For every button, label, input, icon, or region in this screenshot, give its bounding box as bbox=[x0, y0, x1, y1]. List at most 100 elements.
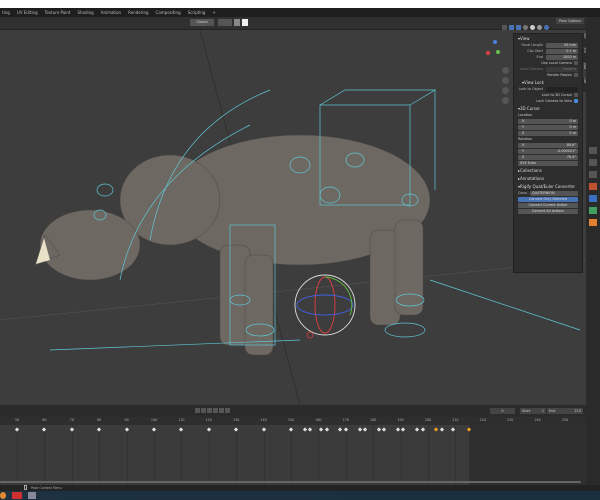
keyframe[interactable] bbox=[395, 427, 400, 432]
prev-keyframe-icon[interactable] bbox=[201, 408, 206, 413]
view-section-header[interactable]: ▾ View bbox=[514, 34, 582, 42]
keyframe[interactable] bbox=[343, 427, 348, 432]
clip-end-field[interactable]: 1000 m bbox=[546, 54, 578, 60]
loc-x-field[interactable]: X 0 m bbox=[518, 118, 578, 124]
workspace-tab[interactable]: Compositing bbox=[156, 10, 181, 15]
constraint-tool-icon[interactable] bbox=[589, 207, 597, 214]
keyframe[interactable] bbox=[42, 427, 47, 432]
play-icon[interactable] bbox=[213, 408, 218, 413]
workspace-tab[interactable]: Rendering bbox=[128, 10, 148, 15]
keyframe[interactable] bbox=[14, 427, 20, 432]
keyframe[interactable] bbox=[206, 427, 211, 432]
rot-z-field[interactable]: Z 78.4° bbox=[518, 154, 578, 160]
keyframe[interactable] bbox=[234, 427, 239, 432]
data-tool-icon[interactable] bbox=[589, 219, 597, 226]
keyframe[interactable] bbox=[338, 427, 343, 432]
zoom-icon[interactable] bbox=[502, 67, 509, 74]
workspace-tab[interactable]: Texture Paint bbox=[45, 10, 71, 15]
workspace-tab[interactable]: Animation bbox=[101, 10, 121, 15]
navigation-gizmo[interactable] bbox=[486, 40, 500, 55]
workspace-tab[interactable]: Scripting bbox=[188, 10, 206, 15]
jump-start-icon[interactable] bbox=[195, 408, 200, 413]
keyframe[interactable] bbox=[302, 427, 307, 432]
proportional-toggle[interactable] bbox=[242, 19, 248, 26]
render-region-checkbox[interactable] bbox=[574, 73, 578, 77]
blender-app-icon[interactable] bbox=[0, 492, 6, 499]
play-reverse-icon[interactable] bbox=[207, 408, 212, 413]
rotation-gizmo[interactable] bbox=[294, 274, 356, 336]
current-frame-field[interactable]: 0 bbox=[490, 408, 515, 414]
keyframe[interactable] bbox=[124, 427, 129, 432]
rhino-model[interactable] bbox=[34, 134, 431, 356]
pan-icon[interactable] bbox=[502, 77, 509, 84]
rigify-converter-header[interactable]: ▾ Rigify Quat/Euler Converter bbox=[514, 182, 582, 190]
loc-y-field[interactable]: Y 0 m bbox=[518, 124, 578, 130]
lock-to-3d-cursor-checkbox[interactable] bbox=[574, 93, 578, 97]
convert-current-action-button[interactable]: Convert Current Action bbox=[518, 203, 578, 208]
conv-dropdown[interactable]: QUATERNION bbox=[530, 190, 578, 196]
lock-to-object-field[interactable] bbox=[546, 86, 578, 92]
keyframe[interactable] bbox=[401, 427, 406, 432]
camera-view-icon[interactable] bbox=[502, 87, 509, 94]
app-icon[interactable] bbox=[28, 492, 36, 499]
rot-y-field[interactable]: Y -0.000021° bbox=[518, 148, 578, 154]
render-tool-icon[interactable] bbox=[589, 159, 597, 166]
convert-only-selected-toggle[interactable]: Convert Only Selected bbox=[518, 197, 578, 202]
keyframe[interactable] bbox=[450, 427, 455, 432]
transform-orientation-dropdown[interactable]: Global bbox=[190, 19, 214, 26]
pivot-dropdown[interactable] bbox=[218, 19, 232, 26]
workspace-tab[interactable]: + bbox=[212, 10, 215, 15]
keyframe[interactable] bbox=[288, 427, 294, 432]
collections-header[interactable]: ▸ Collections bbox=[514, 166, 582, 174]
use-local-camera-checkbox[interactable] bbox=[574, 61, 578, 65]
focal-length-field[interactable]: 50 mm bbox=[546, 42, 578, 48]
keyframe[interactable] bbox=[97, 427, 102, 432]
start-frame-field[interactable]: Start 1 bbox=[520, 408, 546, 414]
properties-tool-icon[interactable] bbox=[589, 147, 597, 154]
keyframe[interactable] bbox=[414, 427, 420, 432]
3d-cursor-header[interactable]: ▾ 3D Cursor bbox=[514, 104, 582, 112]
timeline-ruler[interactable]: 50 60 70 80 90 100 110 120 130 140 150 160 170 180 190… bbox=[0, 417, 586, 425]
keyframe[interactable] bbox=[319, 427, 324, 432]
recorder-app-icon[interactable] bbox=[12, 492, 22, 499]
rot-x-field[interactable]: X 89.6° bbox=[518, 142, 578, 148]
next-keyframe-icon[interactable] bbox=[219, 408, 224, 413]
output-tool-icon[interactable] bbox=[589, 171, 597, 178]
view-lock-header[interactable]: ▾ View Lock bbox=[514, 78, 582, 86]
workspace-tab[interactable]: UV Editing bbox=[17, 10, 38, 15]
keyframe[interactable] bbox=[420, 427, 425, 432]
keyframe[interactable] bbox=[362, 427, 368, 432]
keyframe[interactable] bbox=[151, 427, 157, 432]
snap-toggle[interactable] bbox=[234, 19, 240, 26]
convert-all-actions-button[interactable]: Convert All Actions bbox=[518, 209, 578, 214]
section-title: 3D Cursor bbox=[520, 105, 541, 111]
modifier-tool-icon[interactable] bbox=[589, 195, 597, 202]
frame-tick-label: 210 bbox=[452, 418, 459, 422]
workspace-tab[interactable]: Shading bbox=[77, 10, 93, 15]
loc-z-field[interactable]: Z 0 m bbox=[518, 130, 578, 136]
keyframe[interactable] bbox=[308, 427, 313, 432]
keyframe[interactable] bbox=[357, 427, 362, 432]
keyframe[interactable] bbox=[382, 427, 387, 432]
jump-end-icon[interactable] bbox=[225, 408, 230, 413]
clip-start-field[interactable]: 0.1 m bbox=[546, 48, 578, 54]
keyframe[interactable] bbox=[439, 427, 444, 432]
keyframe[interactable] bbox=[376, 427, 381, 432]
keyframe[interactable] bbox=[434, 427, 439, 432]
timeline-keyframes-area[interactable] bbox=[0, 425, 586, 485]
local-camera-field[interactable]: Camera bbox=[546, 66, 578, 72]
object-tool-icon[interactable] bbox=[589, 183, 597, 190]
annotations-header[interactable]: ▸ Annotations bbox=[514, 174, 582, 182]
3d-viewport[interactable] bbox=[0, 30, 586, 405]
pose-options-dropdown[interactable]: Pose Options bbox=[556, 18, 584, 24]
keyframe[interactable] bbox=[261, 427, 266, 432]
timeline-scrollbar[interactable] bbox=[0, 481, 581, 483]
keyframe[interactable] bbox=[179, 427, 184, 432]
perspective-toggle-icon[interactable] bbox=[502, 97, 509, 104]
end-frame-field[interactable]: End 215 bbox=[547, 408, 583, 414]
lock-camera-to-view-checkbox[interactable] bbox=[574, 99, 578, 103]
workspace-tab[interactable]: ting bbox=[2, 10, 10, 15]
rotation-mode-dropdown[interactable]: XYZ Euler bbox=[518, 160, 578, 166]
keyframe[interactable] bbox=[324, 427, 329, 432]
keyframe[interactable] bbox=[69, 427, 74, 432]
